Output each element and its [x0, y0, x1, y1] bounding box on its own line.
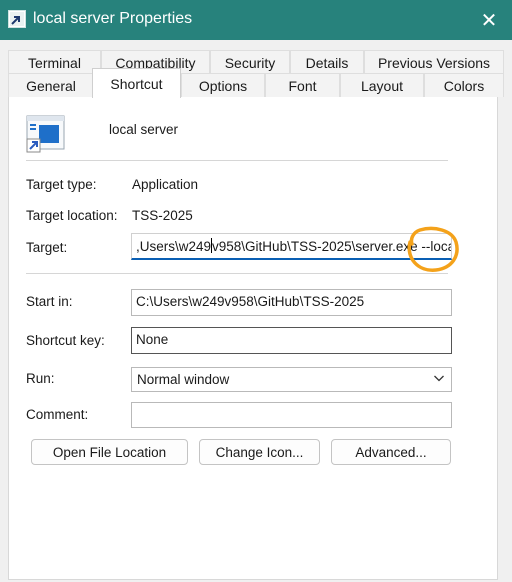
close-button[interactable]: ✕: [466, 0, 512, 40]
start-in-input[interactable]: C:\Users\w249v958\GitHub\TSS-2025: [131, 289, 452, 316]
open-file-location-button[interactable]: Open File Location: [31, 439, 188, 465]
target-location-value: TSS-2025: [132, 208, 193, 223]
advanced-button[interactable]: Advanced...: [331, 439, 451, 465]
comment-input[interactable]: [131, 402, 452, 428]
shortcut-key-label: Shortcut key:: [26, 333, 105, 348]
shortcut-file-icon: [26, 115, 65, 153]
tab-layout[interactable]: Layout: [340, 73, 424, 97]
tab-details[interactable]: Details: [290, 50, 364, 74]
tab-general[interactable]: General: [8, 73, 94, 97]
shortcut-key-input[interactable]: None: [131, 327, 452, 354]
annotation-circle-icon: [407, 226, 459, 272]
comment-label: Comment:: [26, 407, 89, 422]
target-label: Target:: [26, 240, 68, 255]
tab-previous-versions[interactable]: Previous Versions: [364, 50, 504, 74]
tab-options[interactable]: Options: [181, 73, 265, 97]
divider-middle: [26, 273, 448, 274]
window-title: local server Properties: [33, 10, 193, 27]
divider-top: [26, 160, 448, 161]
target-location-label: Target location:: [26, 208, 118, 223]
close-icon: ✕: [480, 9, 498, 32]
tab-font[interactable]: Font: [265, 73, 340, 97]
chevron-down-icon: [434, 375, 444, 382]
tab-shortcut[interactable]: Shortcut: [92, 68, 181, 98]
shortcut-name: local server: [109, 122, 179, 137]
start-in-label: Start in:: [26, 294, 73, 309]
run-select[interactable]: Normal window: [131, 367, 452, 392]
run-label: Run:: [26, 371, 55, 386]
change-icon-button[interactable]: Change Icon...: [199, 439, 320, 465]
tab-colors[interactable]: Colors: [424, 73, 504, 97]
title-bar: local server Properties ✕: [0, 0, 512, 40]
tab-security[interactable]: Security: [210, 50, 290, 74]
target-type-label: Target type:: [26, 177, 97, 192]
tab-terminal[interactable]: Terminal: [8, 50, 101, 74]
target-type-value: Application: [132, 177, 199, 192]
shortcut-app-icon: [8, 10, 26, 28]
